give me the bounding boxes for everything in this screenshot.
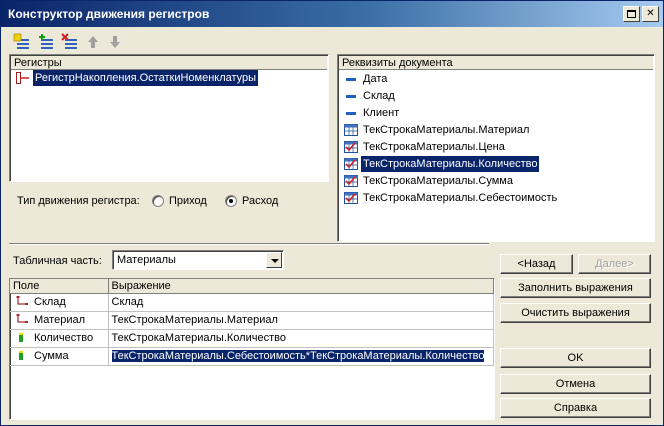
- field-name: Сумма: [34, 350, 69, 362]
- add-icon[interactable]: [13, 33, 31, 51]
- requisite-label: Дата: [363, 73, 388, 85]
- field-name: Материал: [34, 314, 85, 326]
- dimension-icon: [16, 314, 28, 323]
- chevron-down-icon[interactable]: [266, 252, 282, 268]
- movement-type-label: Тип движения регистра:: [17, 195, 140, 207]
- field-name: Склад: [34, 296, 66, 308]
- field-icon: [346, 78, 356, 81]
- requisite-label: ТекСтрокаМатериалы.Сумма: [363, 175, 513, 187]
- expression-cell[interactable]: Склад: [108, 293, 494, 312]
- radio-expense[interactable]: [225, 195, 237, 207]
- table-field-icon: [344, 124, 358, 136]
- requisite-label: Склад: [363, 90, 395, 102]
- field-cell[interactable]: Сумма: [10, 347, 109, 366]
- requisite-item[interactable]: ТекСтрокаМатериалы.Цена: [339, 139, 653, 155]
- expression-value: ТекСтрокаМатериалы.Себестоимость*ТекСтро…: [110, 349, 486, 363]
- table-field-check-icon: [344, 158, 358, 170]
- window-title: Конструктор движения регистров: [8, 7, 210, 21]
- table-row[interactable]: Склад Склад: [10, 293, 494, 312]
- requisite-item[interactable]: Дата: [339, 71, 653, 87]
- help-button[interactable]: Справка: [500, 398, 651, 418]
- move-up-icon[interactable]: [84, 33, 102, 51]
- register-item[interactable]: РегистрНакопления.ОстаткиНоменклатуры: [11, 70, 327, 86]
- resource-icon: [19, 351, 23, 360]
- registers-list[interactable]: Регистры РегистрНакопления.ОстаткиНоменк…: [9, 54, 329, 182]
- requisite-item[interactable]: ТекСтрокаМатериалы.Количество: [339, 156, 653, 172]
- field-icon: [346, 95, 356, 98]
- field-name: Количество: [34, 332, 94, 344]
- requisite-label: ТекСтрокаМатериалы.Количество: [361, 156, 540, 172]
- resource-icon: [19, 333, 23, 342]
- dimension-icon: [16, 296, 28, 305]
- next-button[interactable]: Далее>: [578, 254, 651, 274]
- register-movement-dialog: Конструктор движения регистров ✕ Регистр…: [0, 0, 664, 426]
- table-field-check-icon: [344, 192, 358, 204]
- expression-value: Склад: [111, 296, 144, 308]
- back-button[interactable]: <Назад: [500, 254, 573, 274]
- expression-cell[interactable]: ТекСтрокаМатериалы.Количество: [108, 329, 494, 348]
- radio-income[interactable]: [152, 195, 164, 207]
- field-cell[interactable]: Материал: [10, 311, 109, 330]
- requisite-item[interactable]: ТекСтрокаМатериалы.Себестоимость: [339, 190, 653, 206]
- requisite-label: ТекСтрокаМатериалы.Цена: [363, 141, 505, 153]
- close-icon: ✕: [646, 8, 655, 19]
- column-expression[interactable]: Выражение: [108, 279, 494, 294]
- radio-expense-label[interactable]: Расход: [242, 195, 278, 207]
- maximize-icon: [627, 10, 636, 18]
- ok-button[interactable]: OK: [500, 348, 651, 368]
- close-button[interactable]: ✕: [642, 6, 659, 22]
- table-row[interactable]: Сумма ТекСтрокаМатериалы.Себестоимость*Те…: [10, 347, 494, 366]
- delete-icon[interactable]: [61, 33, 79, 51]
- fill-expressions-button[interactable]: Заполнить выражения: [500, 278, 651, 298]
- requisite-item[interactable]: Склад: [339, 88, 653, 104]
- column-field[interactable]: Поле: [10, 279, 109, 294]
- expression-value: ТекСтрокаМатериалы.Материал: [111, 314, 278, 326]
- add-multiple-icon[interactable]: [37, 33, 55, 51]
- table-row[interactable]: Количество ТекСтрокаМатериалы.Количество: [10, 329, 494, 348]
- tabular-part-label: Табличная часть:: [13, 255, 102, 267]
- fields-grid[interactable]: Поле Выражение Склад Склад Материал ТекСтро…: [9, 278, 495, 420]
- requisites-list[interactable]: Реквизиты документа Дата Склад Клиент ТекСт…: [337, 54, 655, 242]
- tabular-part-select[interactable]: Материалы: [112, 250, 284, 270]
- table-row[interactable]: Материал ТекСтрокаМатериалы.Материал: [10, 311, 494, 330]
- expression-cell[interactable]: ТекСтрокаМатериалы.Себестоимость*ТекСтро…: [108, 347, 494, 366]
- tabular-part-value: Материалы: [117, 254, 176, 266]
- move-down-icon[interactable]: [106, 33, 124, 51]
- requisite-label: Клиент: [363, 107, 400, 119]
- requisite-item[interactable]: ТекСтрокаМатериалы.Материал: [339, 122, 653, 138]
- table-field-check-icon: [344, 175, 358, 187]
- expression-cell[interactable]: ТекСтрокаМатериалы.Материал: [108, 311, 494, 330]
- radio-income-label[interactable]: Приход: [169, 195, 207, 207]
- requisites-header: Реквизиты документа: [339, 56, 653, 70]
- field-icon: [346, 112, 356, 115]
- maximize-button[interactable]: [623, 6, 640, 22]
- requisite-item[interactable]: Клиент: [339, 105, 653, 121]
- requisite-item[interactable]: ТекСтрокаМатериалы.Сумма: [339, 173, 653, 189]
- register-item-label: РегистрНакопления.ОстаткиНоменклатуры: [33, 70, 259, 86]
- table-field-check-icon: [344, 141, 358, 153]
- requisite-label: ТекСтрокаМатериалы.Материал: [363, 124, 530, 136]
- cancel-button[interactable]: Отмена: [500, 374, 651, 394]
- field-cell[interactable]: Склад: [10, 293, 109, 312]
- field-cell[interactable]: Количество: [10, 329, 109, 348]
- clear-expressions-button[interactable]: Очистить выражения: [500, 303, 651, 323]
- expression-value: ТекСтрокаМатериалы.Количество: [111, 332, 286, 344]
- title-bar[interactable]: Конструктор движения регистров ✕: [1, 1, 663, 27]
- registers-header: Регистры: [11, 56, 327, 70]
- separator: [9, 243, 489, 245]
- register-icon: [16, 72, 29, 84]
- requisite-label: ТекСтрокаМатериалы.Себестоимость: [363, 192, 558, 204]
